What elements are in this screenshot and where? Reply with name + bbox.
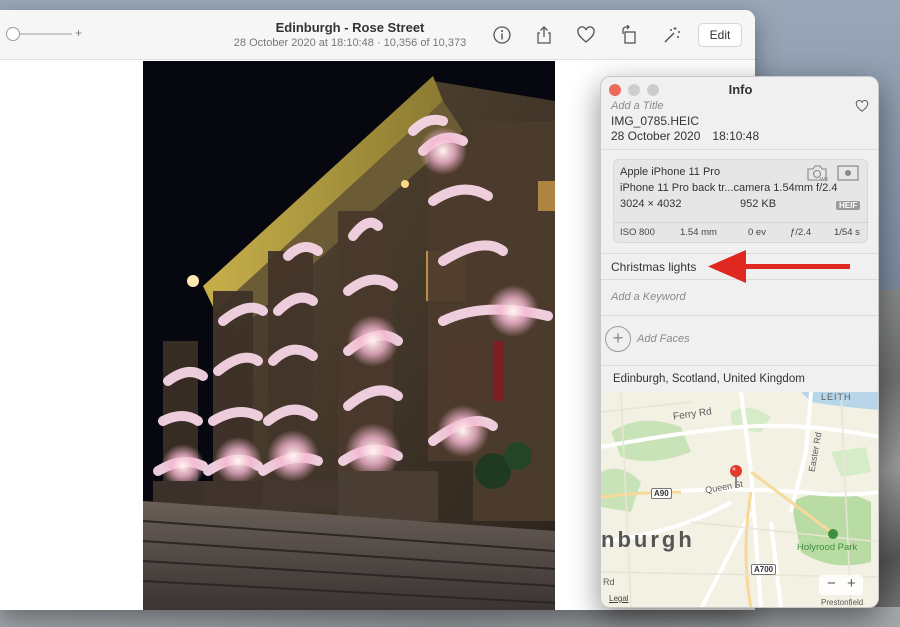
zoom-plus-label: +	[75, 26, 83, 40]
add-faces-plus-icon[interactable]: +	[605, 326, 631, 352]
divider	[601, 365, 878, 366]
live-photo-camera-icon: WB	[807, 165, 828, 182]
desktop-floor	[0, 607, 900, 627]
map-label-city: nburgh	[601, 527, 695, 552]
map-label-prestonfield: Prestonfield	[821, 598, 864, 607]
auto-enhance-icon[interactable]	[662, 25, 682, 45]
add-title-field[interactable]: Add a Title	[611, 100, 664, 112]
location-pin-icon	[730, 465, 742, 488]
road-badge-a90: A90	[651, 488, 672, 499]
map-legal-link[interactable]: Legal	[609, 594, 629, 603]
add-faces-label[interactable]: Add Faces	[637, 333, 690, 345]
exif-row: ISO 800 1.54 mm 0 ev ƒ/2.4 1/54 s	[614, 222, 869, 240]
info-icon[interactable]	[492, 25, 512, 45]
capture-datetime: 28 October 2020 18:10:48	[611, 129, 759, 143]
photo-title: Edinburgh - Rose Street	[275, 20, 425, 35]
divider	[601, 315, 878, 316]
metering-mode-icon	[837, 165, 859, 181]
camera-lens: iPhone 11 Pro back tr...camera 1.54mm f/…	[620, 182, 838, 194]
location-map[interactable]: LEITH Ferry Rd Easter Rd Queen St A90 A7…	[601, 392, 878, 607]
share-icon[interactable]	[534, 25, 554, 45]
road-badge-a700: A700	[751, 564, 777, 575]
map-label-holyrood: Holyrood Park	[797, 542, 858, 553]
exif-exposure-bias: 0 ev	[748, 227, 766, 238]
rotate-icon[interactable]	[619, 25, 639, 45]
exif-focal-length: 1.54 mm	[680, 227, 717, 238]
exif-aperture: ƒ/2.4	[790, 227, 812, 238]
favorite-heart-icon[interactable]	[855, 99, 869, 113]
map-zoom-out-button[interactable]: −	[827, 575, 836, 592]
zoom-knob[interactable]	[6, 27, 20, 41]
info-panel: Info Add a Title IMG_0785.HEIC 28 Octobe…	[600, 76, 879, 608]
exif-iso: ISO 800	[620, 227, 655, 238]
christmas-lights-photo	[143, 61, 555, 610]
annotation-arrow-icon	[708, 250, 850, 283]
location-label: Edinburgh, Scotland, United Kingdom	[613, 373, 805, 385]
capture-date: 28 October 2020	[611, 129, 701, 143]
camera-details: Apple iPhone 11 Pro WB iPhone 11 Pro bac…	[613, 159, 869, 243]
map-zoom-in-button[interactable]: +	[847, 575, 856, 592]
heart-icon[interactable]	[576, 25, 596, 45]
zoom-track	[14, 33, 72, 35]
photo-title-block: Edinburgh - Rose Street 28 October 2020 …	[200, 20, 500, 49]
zoom-slider[interactable]	[6, 27, 72, 41]
keyword-field[interactable]: Add a Keyword	[611, 291, 686, 303]
map-zoom-control: − +	[819, 575, 863, 595]
map-label-rd: Rd	[603, 577, 615, 587]
toolbar: + Edinburgh - Rose Street 28 October 202…	[0, 10, 755, 60]
capture-time: 18:10:48	[712, 129, 760, 143]
file-name: IMG_0785.HEIC	[611, 114, 700, 128]
file-size: 952 KB	[740, 198, 777, 210]
caption-field[interactable]: Christmas lights	[611, 260, 696, 274]
divider	[601, 149, 878, 150]
photo-canvas[interactable]	[143, 61, 555, 610]
format-badge: HEIF	[836, 201, 861, 210]
map-label-leith: LEITH	[821, 392, 852, 402]
info-panel-title: Info	[728, 82, 753, 97]
image-resolution: 3024 × 4032	[620, 198, 682, 210]
edit-button[interactable]: Edit	[698, 23, 742, 47]
camera-model: Apple iPhone 11 Pro	[620, 166, 721, 178]
photo-subtitle: 28 October 2020 at 18:10:48 · 10,356 of …	[233, 37, 467, 49]
exif-shutter: 1/54 s	[834, 227, 860, 238]
